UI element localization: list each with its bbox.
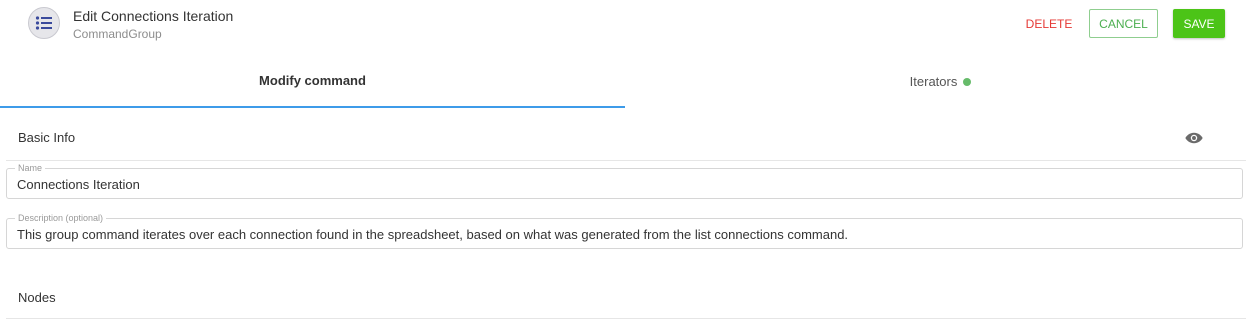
list-icon [28,7,60,39]
tab-label: Modify command [259,73,366,88]
delete-button[interactable]: DELETE [1022,9,1076,38]
page-subtitle: CommandGroup [73,27,162,41]
page-title: Edit Connections Iteration [73,8,234,24]
description-field-label: Description (optional) [15,212,107,224]
description-field-value: This group command iterates over each co… [17,227,849,242]
name-field-value: Connections Iteration [17,177,140,192]
tab-modify-command[interactable]: Modify command [0,55,625,108]
status-dot-icon [963,77,972,86]
basic-info-heading: Basic Info [18,130,76,145]
eye-icon[interactable] [1185,131,1203,145]
save-button[interactable]: SAVE [1173,9,1225,38]
divider [6,318,1246,319]
divider [6,160,1246,161]
name-field-label: Name [15,162,46,174]
description-field[interactable]: Description (optional) This group comman… [6,212,1243,249]
tab-label: Iterators [909,74,958,89]
nodes-heading: Nodes [18,290,56,305]
tab-iterators[interactable]: Iterators [627,55,1254,108]
name-field[interactable]: Name Connections Iteration [6,162,1243,199]
tab-bar: Modify command Iterators [0,55,1254,108]
cancel-button[interactable]: CANCEL [1089,9,1158,38]
header: Edit Connections Iteration CommandGroup … [0,0,1254,50]
